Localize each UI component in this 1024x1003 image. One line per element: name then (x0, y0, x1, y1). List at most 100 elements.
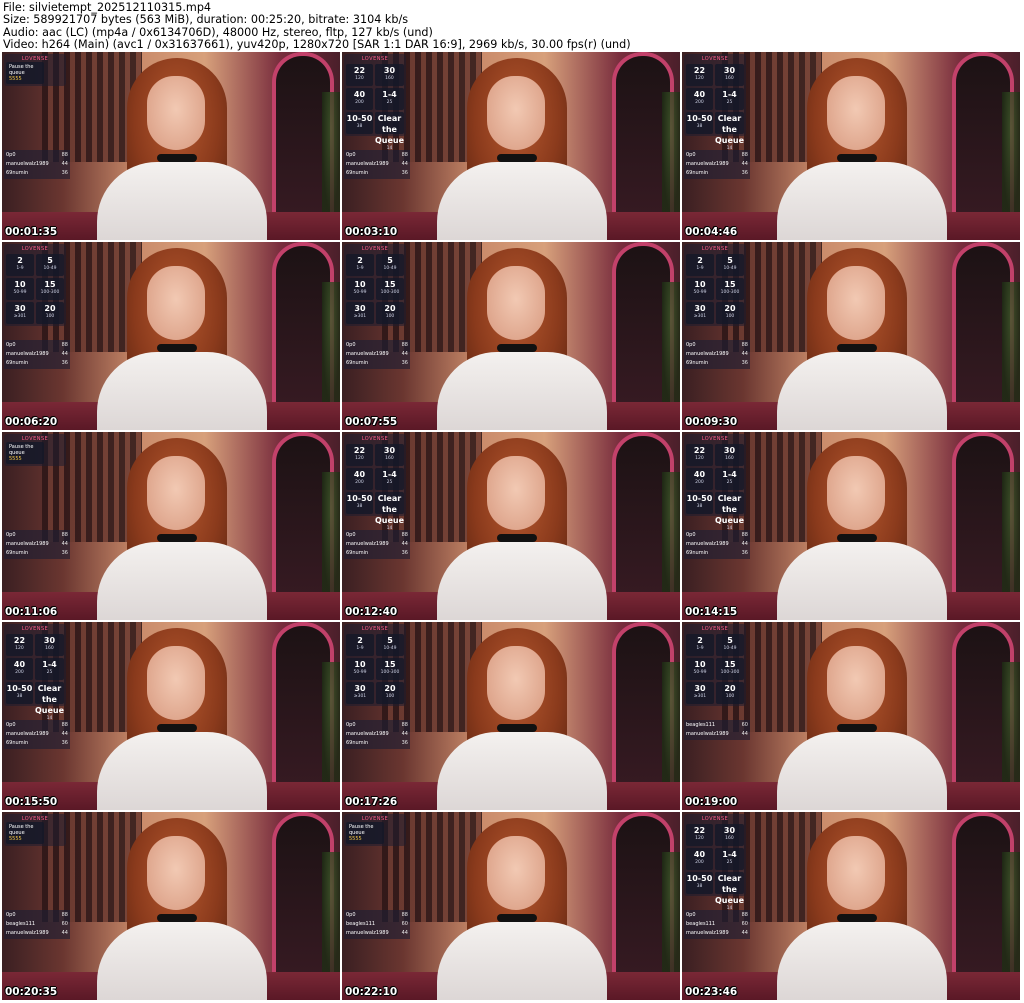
tip-value: 40 (353, 90, 366, 99)
tip-menu-cell: 30 160 (714, 824, 744, 846)
tip-value: 10-50 (6, 684, 33, 693)
lovense-panel: LOVENSE 2 1-9 5 10-49 10 50-99 15 100-300 30 ≥301 2… (4, 244, 66, 326)
plant-decor (1002, 282, 1020, 402)
lovense-panel: LOVENSE Pause the queue 5555 (4, 434, 66, 466)
tip-menu-cells: 22 120 30 160 40 200 1-4 25 10-50 38 Clear the Que… (686, 444, 744, 531)
face (147, 76, 205, 150)
tip-value: 1-4 (382, 90, 397, 99)
tip-value: 20 (44, 304, 56, 313)
tip-value: 22 (693, 66, 706, 75)
tip-value: 1-4 (722, 850, 737, 859)
plant-decor (662, 92, 680, 212)
tip-menu-cell: 40 200 (346, 468, 373, 490)
video-thumbnail[interactable]: LOVENSE 22 120 30 160 40 200 1-4 25 10-50 38 Clear … (682, 812, 1020, 1000)
plant-decor (662, 852, 680, 972)
video-thumbnail[interactable]: LOVENSE 22 120 30 160 40 200 1-4 25 10-50 38 Clear … (682, 52, 1020, 240)
tipper-name: manuelwalz1989 (686, 541, 729, 547)
tipper-amount: 88 (401, 532, 408, 538)
timestamp-label: 00:04:46 (685, 226, 738, 238)
tip-sub-value: 1-9 (356, 646, 364, 651)
tip-menu-cell: 20 100 (716, 682, 744, 704)
tipper-row: manuelwalz1989 44 (6, 540, 68, 549)
tipper-amount: 44 (61, 161, 68, 167)
tipper-row: 0p0 88 (346, 721, 408, 730)
choker (497, 914, 537, 922)
streamer-figure (437, 818, 607, 1000)
tipper-row: manuelwalz1989 44 (346, 730, 408, 739)
lovense-panel: LOVENSE 22 120 30 160 40 200 1-4 25 10-50 38 Clear … (684, 814, 746, 911)
tip-sub-value: 200 (695, 480, 704, 485)
tip-value: 2 (357, 636, 363, 645)
tipper-list: 0p0 88 beagles111 60 manuelwalz1989 44 (684, 910, 750, 939)
tipper-row: 69numin 36 (346, 549, 408, 558)
tipper-name: manuelwalz1989 (686, 731, 729, 737)
tip-value: 20 (724, 304, 736, 313)
tip-value: 5 (727, 636, 733, 645)
tip-sub-value: 120 (695, 76, 704, 81)
tipper-row: manuelwalz1989 44 (6, 929, 68, 938)
tip-menu-cell: 15 100-300 (36, 278, 64, 300)
tipper-row: manuelwalz1989 44 (686, 160, 748, 169)
tip-value: 1-4 (382, 470, 397, 479)
tip-menu-cells: 2 1-9 5 10-49 10 50-99 15 100-300 30 ≥301 20 100 (346, 634, 404, 704)
video-thumbnail[interactable]: LOVENSE Pause the queue 5555 0p0 88 manuelwalz… (2, 432, 340, 620)
video-thumbnail[interactable]: LOVENSE Pause the queue 5555 0p0 88 beagles111… (2, 812, 340, 1000)
tip-sub-value: 50-99 (353, 670, 367, 675)
tip-sub-value: 10-49 (383, 646, 397, 651)
video-thumbnail[interactable]: LOVENSE 2 1-9 5 10-49 10 50-99 15 100-300 30 ≥301 2… (682, 622, 1020, 810)
video-thumbnail[interactable]: LOVENSE 2 1-9 5 10-49 10 50-99 15 100-300 30 ≥301 2… (682, 242, 1020, 430)
lovense-panel: LOVENSE Pause the queue 5555 (4, 814, 66, 846)
video-thumbnail[interactable]: LOVENSE 2 1-9 5 10-49 10 50-99 15 100-300 30 ≥301 2… (342, 622, 680, 810)
tip-sub-value: 100-300 (380, 290, 400, 295)
tipper-name: manuelwalz1989 (346, 541, 389, 547)
tip-value: 10-50 (346, 114, 373, 123)
tip-sub-value: 38 (356, 124, 363, 129)
tipper-name: 0p0 (346, 532, 356, 538)
tipper-row: manuelwalz1989 44 (346, 540, 408, 549)
tip-menu-cell: 15 100-300 (376, 658, 404, 680)
streamer-figure (97, 438, 267, 620)
tipper-amount: 36 (741, 360, 748, 366)
streamer-figure (777, 248, 947, 430)
face (487, 456, 545, 530)
tip-sub-value: 100-300 (720, 290, 740, 295)
choker (497, 344, 537, 352)
tipper-list: 0p0 88 beagles111 60 manuelwalz1989 44 (4, 910, 70, 939)
tip-menu-cell: 20 100 (376, 302, 404, 324)
streamer-figure (97, 248, 267, 430)
video-thumbnail[interactable]: LOVENSE 2 1-9 5 10-49 10 50-99 15 100-300 30 ≥301 2… (2, 242, 340, 430)
tip-sub-value: 160 (725, 456, 734, 461)
video-thumbnail[interactable]: LOVENSE 22 120 30 160 40 200 1-4 25 10-50 38 Clear … (682, 432, 1020, 620)
tipper-list: 0p0 88 manuelwalz1989 44 69numin 36 (684, 340, 750, 369)
tip-menu-cell: 20 100 (376, 682, 404, 704)
video-thumbnail[interactable]: LOVENSE 22 120 30 160 40 200 1-4 25 10-50 38 Clear … (342, 52, 680, 240)
tip-menu-cell: 20 100 (36, 302, 64, 324)
video-thumbnail[interactable]: LOVENSE 2 1-9 5 10-49 10 50-99 15 100-300 30 ≥301 2… (342, 242, 680, 430)
tip-sub-value: 1-9 (16, 266, 24, 271)
streamer-figure (437, 438, 607, 620)
face (827, 836, 885, 910)
tipper-name: beagles111 (686, 722, 716, 728)
tipper-name: 0p0 (6, 912, 16, 918)
tip-value: 30 (723, 66, 736, 75)
plant-decor (322, 662, 340, 782)
lovense-panel: LOVENSE Pause the queue 5555 (4, 54, 66, 86)
timestamp-label: 00:12:40 (345, 606, 398, 618)
tip-menu-cell: 40 200 (346, 88, 373, 110)
timestamp-label: 00:03:10 (345, 226, 398, 238)
tip-value: 40 (693, 850, 706, 859)
tipper-name: 0p0 (6, 342, 16, 348)
tip-sub-value: 200 (695, 860, 704, 865)
tip-sub-value: 160 (385, 456, 394, 461)
video-thumbnail[interactable]: LOVENSE Pause the queue 5555 0p0 88 manuelwalz… (2, 52, 340, 240)
tip-menu-cell: 10 50-99 (686, 278, 714, 300)
tipper-amount: 44 (741, 351, 748, 357)
tip-value: 10 (694, 660, 706, 669)
video-thumbnail[interactable]: LOVENSE Pause the queue 5555 0p0 88 beagles111… (342, 812, 680, 1000)
streamer-figure (437, 248, 607, 430)
video-thumbnail[interactable]: LOVENSE 22 120 30 160 40 200 1-4 25 10-50 38 Clear … (2, 622, 340, 810)
tipper-amount: 88 (741, 532, 748, 538)
white-shirt (437, 542, 607, 620)
tip-sub-value: 100 (725, 314, 735, 319)
video-thumbnail[interactable]: LOVENSE 22 120 30 160 40 200 1-4 25 10-50 38 Clear … (342, 432, 680, 620)
